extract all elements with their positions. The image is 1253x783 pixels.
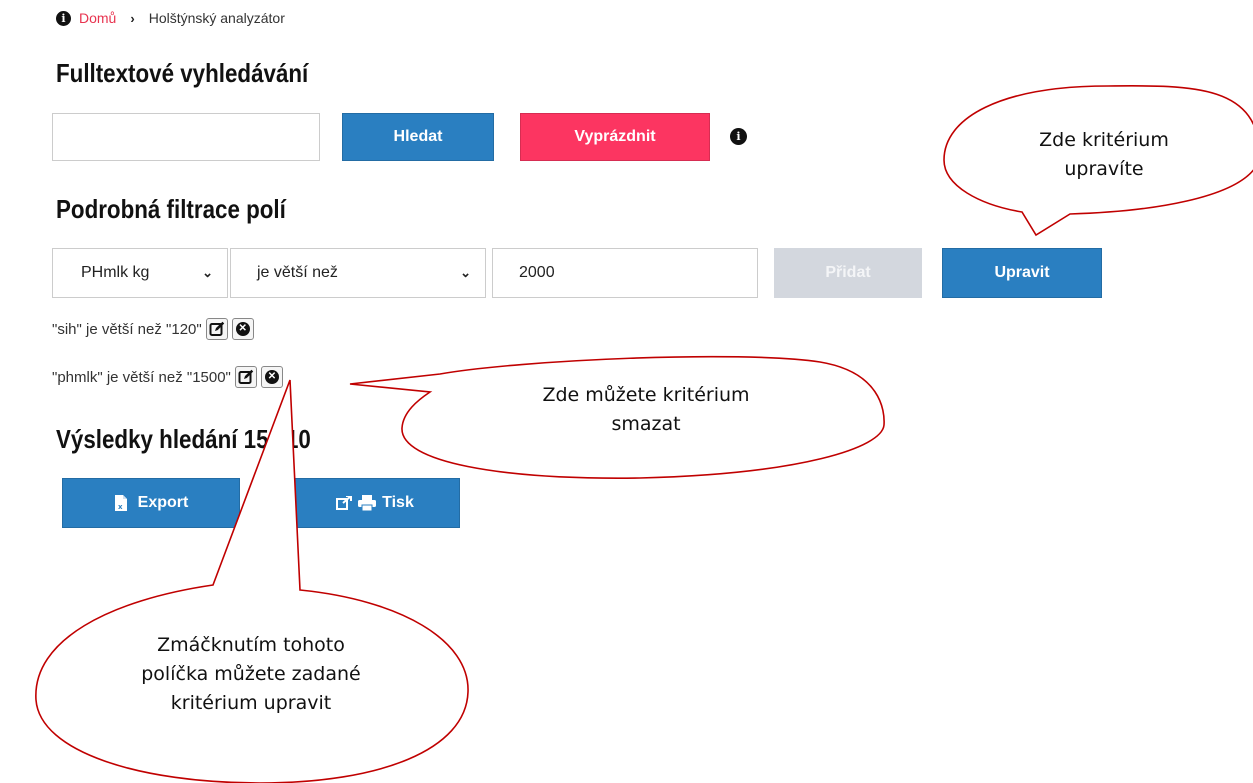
clear-button[interactable]: Vyprázdnit [520, 113, 710, 161]
criterion-item: "phmlk" je větší než "1500" ✕ [52, 366, 283, 388]
field-select[interactable]: PHmlk kg ⌄ [52, 248, 228, 298]
print-button[interactable]: Tisk [290, 478, 460, 528]
criterion-text: "sih" je větší než "120" [52, 320, 202, 338]
pencil-tip-line: políčka můžete zadané [141, 663, 361, 685]
edit-criterion-icon[interactable] [234, 366, 257, 388]
value-input-text: 2000 [519, 264, 555, 281]
edit-criterion-button[interactable]: Upravit [942, 248, 1102, 298]
svg-text:x: x [118, 503, 123, 511]
criterion-text: "phmlk" je větší než "1500" [52, 368, 231, 386]
pencil-tip-callout: Zmáčknutím tohoto políčka můžete zadané … [96, 631, 406, 718]
operator-select-value: je větší než [257, 264, 338, 281]
fulltext-title: Fulltextové vyhledávání [56, 58, 309, 88]
excel-file-icon: x [114, 495, 127, 511]
close-circle-icon: ✕ [235, 322, 250, 336]
delete-criterion-button[interactable]: ✕ [260, 366, 283, 388]
chevron-down-icon: ⌄ [202, 265, 213, 280]
edit-criterion-icon[interactable] [205, 318, 228, 340]
search-button[interactable]: Hledat [342, 113, 494, 161]
close-circle-icon: ✕ [264, 370, 279, 384]
edit-tip-callout: Zde kritérium upravíte [1000, 126, 1208, 184]
field-select-value: PHmlk kg [81, 264, 150, 281]
breadcrumb: i Domů › Holštýnský analyzátor [56, 10, 285, 26]
info-icon[interactable]: i [730, 128, 747, 145]
value-input[interactable]: 2000 [492, 248, 758, 298]
edit-tip-line: upravíte [1064, 158, 1144, 180]
pencil-tip-line: Zmáčknutím tohoto [157, 634, 345, 656]
delete-criterion-button[interactable]: ✕ [231, 318, 254, 340]
pencil-tip-line: kritérium upravit [170, 692, 332, 714]
delete-tip-callout: Zde můžete kritérium smazat [496, 381, 796, 439]
edit-tip-line: Zde kritérium [1039, 129, 1169, 151]
delete-tip-line: Zde můžete kritérium [542, 384, 750, 406]
add-criterion-button[interactable]: Přidat [774, 248, 922, 298]
pencil-square-icon [238, 369, 254, 384]
external-link-icon [336, 496, 353, 510]
export-button[interactable]: x Export [62, 478, 240, 528]
operator-select[interactable]: je větší než ⌄ [230, 248, 486, 298]
export-label: Export [137, 494, 189, 511]
chevron-right-icon: › [130, 10, 135, 26]
breadcrumb-current: Holštýnský analyzátor [148, 10, 285, 26]
info-icon: i [56, 10, 71, 26]
results-title: Výsledky hledání 15/110 [56, 424, 311, 454]
breadcrumb-home-link[interactable]: Domů [79, 10, 116, 26]
delete-tip-line: smazat [611, 413, 681, 435]
fulltext-search-input[interactable] [52, 113, 320, 161]
filter-title: Podrobná filtrace polí [56, 194, 286, 224]
printer-icon [358, 495, 377, 511]
pencil-square-icon [209, 321, 224, 336]
criterion-item: "sih" je větší než "120" ✕ [52, 318, 254, 340]
chevron-down-icon: ⌄ [460, 265, 471, 280]
print-label: Tisk [382, 494, 414, 511]
